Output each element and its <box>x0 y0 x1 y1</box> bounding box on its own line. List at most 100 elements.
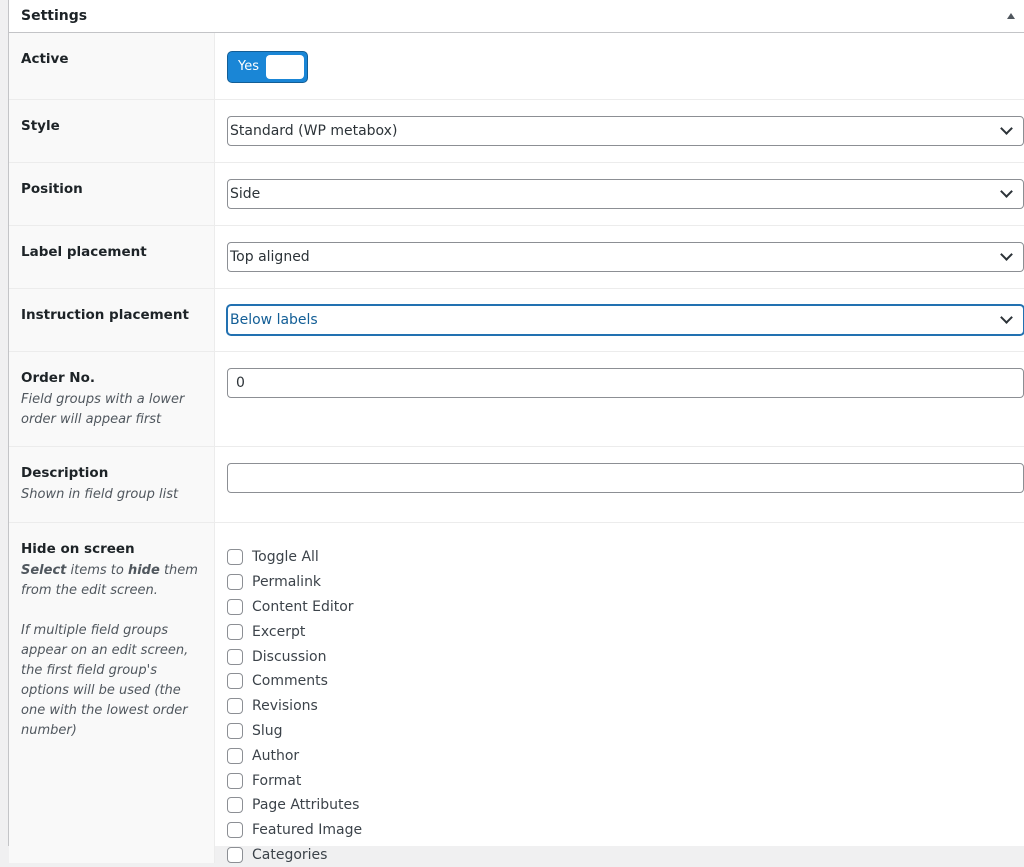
row-style: Style Standard (WP metabox) <box>9 100 1024 163</box>
chevron-down-icon <box>1000 122 1013 135</box>
label-cell: Label placement <box>9 226 215 288</box>
description-hint: Shown in field group list <box>21 487 179 502</box>
description-input[interactable] <box>227 463 1024 493</box>
field-cell: Standard (WP metabox) <box>215 100 1024 162</box>
checkbox-item[interactable]: Comments <box>227 669 1024 694</box>
checkbox-item[interactable]: Toggle All <box>227 545 1024 570</box>
instruction-placement-select[interactable]: Below labels <box>227 305 1024 335</box>
checkbox[interactable] <box>227 822 243 839</box>
hide-on-screen-description: Select items to hide them from the edit … <box>21 561 202 741</box>
style-select[interactable]: Standard (WP metabox) <box>227 116 1024 146</box>
label-cell: Active <box>9 33 215 99</box>
checkbox-label[interactable]: Featured Image <box>252 822 362 838</box>
instruction-placement-select-value: Below labels <box>230 312 318 328</box>
checkbox[interactable] <box>227 598 243 615</box>
collapse-toggle-button[interactable] <box>997 0 1024 32</box>
checkbox-item[interactable]: Slug <box>227 719 1024 744</box>
label-cell: Instruction placement <box>9 289 215 351</box>
checkbox[interactable] <box>227 673 243 690</box>
row-hide-on-screen: Hide on screen Select items to hide them… <box>9 523 1024 863</box>
description-label: Description <box>21 465 109 481</box>
checkbox-item[interactable]: Page Attributes <box>227 793 1024 818</box>
field-cell: Yes <box>215 33 1024 99</box>
position-label: Position <box>21 181 83 197</box>
checkbox-item[interactable]: Content Editor <box>227 595 1024 620</box>
chevron-down-icon <box>1000 248 1013 261</box>
position-select-value: Side <box>230 186 261 202</box>
metabox-title: Settings <box>21 8 88 24</box>
checkbox-item[interactable]: Revisions <box>227 694 1024 719</box>
checkbox-label[interactable]: Excerpt <box>252 624 305 640</box>
checkbox-label[interactable]: Author <box>252 748 299 764</box>
label-cell: Style <box>9 100 215 162</box>
style-select-value: Standard (WP metabox) <box>230 123 398 139</box>
desc-items-to: items to <box>66 563 128 578</box>
checkbox[interactable] <box>227 698 243 715</box>
label-placement-select[interactable]: Top aligned <box>227 242 1024 272</box>
checkbox-label[interactable]: Toggle All <box>252 549 319 565</box>
field-cell <box>215 447 1024 522</box>
chevron-down-icon <box>1000 185 1013 198</box>
field-cell: Toggle All Permalink Content Editor Excerpt… <box>215 523 1024 863</box>
instruction-placement-label: Instruction placement <box>21 307 189 323</box>
style-label: Style <box>21 118 60 134</box>
checkbox-item[interactable]: Permalink <box>227 570 1024 595</box>
checkbox-item[interactable]: Format <box>227 768 1024 793</box>
row-order-no: Order No. Field groups with a lower orde… <box>9 352 1024 447</box>
row-description: Description Shown in field group list <box>9 447 1024 523</box>
checkbox[interactable] <box>227 797 243 814</box>
caret-up-icon <box>1007 13 1015 19</box>
chevron-down-icon <box>1000 311 1013 324</box>
checkbox-label[interactable]: Content Editor <box>252 599 354 615</box>
label-placement-select-value: Top aligned <box>230 249 310 265</box>
hide-on-screen-label: Hide on screen <box>21 541 135 557</box>
settings-metabox: Settings Active Yes Style Standard (WP m… <box>8 0 1024 863</box>
checkbox[interactable] <box>227 648 243 665</box>
order-no-input[interactable] <box>227 368 1024 398</box>
label-cell: Description Shown in field group list <box>9 447 215 522</box>
checkbox-label[interactable]: Slug <box>252 723 283 739</box>
checkbox-label[interactable]: Discussion <box>252 649 326 665</box>
checkbox-label[interactable]: Page Attributes <box>252 797 359 813</box>
checkbox-label[interactable]: Format <box>252 773 301 789</box>
checkbox-item[interactable]: Featured Image <box>227 818 1024 843</box>
row-instruction-placement: Instruction placement Below labels <box>9 289 1024 352</box>
desc-paragraph-2: If multiple field groups appear on an ed… <box>21 623 189 738</box>
field-cell: Below labels <box>215 289 1024 351</box>
label-cell: Position <box>9 163 215 225</box>
checkbox[interactable] <box>227 574 243 591</box>
checkbox-item[interactable]: Categories <box>227 843 1024 867</box>
field-cell: Top aligned <box>215 226 1024 288</box>
row-position: Position Side <box>9 163 1024 226</box>
checkbox[interactable] <box>227 549 243 566</box>
desc-select-word: Select <box>21 563 67 578</box>
hide-on-screen-checkbox-list: Toggle All Permalink Content Editor Excerpt… <box>227 539 1024 867</box>
checkbox-label[interactable]: Comments <box>252 673 328 689</box>
position-select[interactable]: Side <box>227 179 1024 209</box>
order-no-label: Order No. <box>21 370 96 386</box>
field-cell: Side <box>215 163 1024 225</box>
desc-hide-word: hide <box>127 563 160 578</box>
label-cell: Order No. Field groups with a lower orde… <box>9 352 215 446</box>
field-cell <box>215 352 1024 446</box>
checkbox-label[interactable]: Permalink <box>252 574 321 590</box>
metabox-header: Settings <box>9 0 1024 33</box>
row-active: Active Yes <box>9 33 1024 100</box>
checkbox[interactable] <box>227 846 243 863</box>
checkbox[interactable] <box>227 722 243 739</box>
checkbox-item[interactable]: Author <box>227 743 1024 768</box>
active-toggle-switch[interactable]: Yes <box>227 51 308 83</box>
checkbox-item[interactable]: Discussion <box>227 644 1024 669</box>
toggle-on-text: Yes <box>238 59 259 74</box>
label-cell: Hide on screen Select items to hide them… <box>9 523 215 863</box>
toggle-knob <box>266 55 304 79</box>
checkbox-label[interactable]: Categories <box>252 847 327 863</box>
checkbox[interactable] <box>227 747 243 764</box>
checkbox[interactable] <box>227 623 243 640</box>
checkbox-item[interactable]: Excerpt <box>227 619 1024 644</box>
row-label-placement: Label placement Top aligned <box>9 226 1024 289</box>
label-placement-label: Label placement <box>21 244 147 260</box>
checkbox[interactable] <box>227 772 243 789</box>
checkbox-label[interactable]: Revisions <box>252 698 318 714</box>
active-label: Active <box>21 51 69 67</box>
